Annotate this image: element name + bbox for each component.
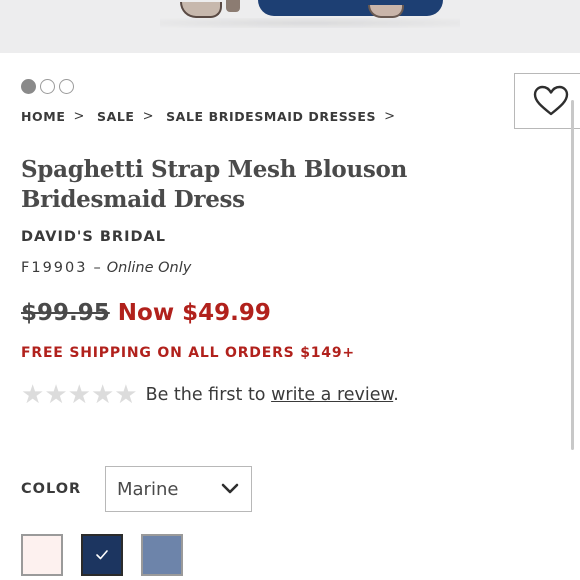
star-icon: ★ <box>90 380 115 410</box>
check-icon <box>96 550 108 560</box>
color-select-value: Marine <box>117 478 179 500</box>
swatch-blush[interactable] <box>21 534 63 576</box>
sale-price: Now $49.99 <box>117 300 271 326</box>
product-brand: DAVID'S BRIDAL <box>21 229 166 245</box>
review-prompt: Be the first to write a review. <box>146 385 399 405</box>
availability-label: Online Only <box>106 260 192 276</box>
dress-hem <box>258 0 443 16</box>
star-icon: ★ <box>114 380 138 410</box>
sku-separator: – <box>93 260 101 276</box>
swatch-marine[interactable] <box>81 534 123 576</box>
breadcrumb-separator: > <box>73 109 85 124</box>
shoe-right <box>368 5 404 18</box>
breadcrumb-separator: > <box>142 109 155 124</box>
chevron-down-icon <box>221 483 239 494</box>
review-row: ★ ★ ★ ★ ★ Be the first to write a review… <box>21 381 399 409</box>
original-price: $99.95 <box>21 300 110 326</box>
breadcrumb-home[interactable]: HOME <box>21 109 65 124</box>
shoe-heel <box>226 0 240 12</box>
product-image[interactable] <box>0 0 580 53</box>
star-icon: ★ <box>21 380 45 410</box>
product-sku: F19903 <box>21 260 88 276</box>
color-swatches <box>21 534 183 576</box>
review-suffix: . <box>393 385 399 405</box>
breadcrumb-separator: > <box>384 109 396 124</box>
breadcrumb: HOME > SALE > SALE BRIDESMAID DRESSES > <box>21 109 408 124</box>
heart-icon <box>533 85 568 116</box>
shoe-left <box>180 2 222 18</box>
product-title: Spaghetti Strap Mesh Blouson Bridesmaid … <box>21 156 407 213</box>
price-block: $99.95 Now $49.99 <box>21 300 271 326</box>
carousel-dot[interactable] <box>21 79 36 94</box>
write-review-link[interactable]: write a review <box>271 385 393 405</box>
shipping-notice: FREE SHIPPING ON ALL ORDERS $149+ <box>21 345 355 361</box>
star-icon: ★ <box>67 380 91 410</box>
breadcrumb-sale-bridesmaid-dresses[interactable]: SALE BRIDESMAID DRESSES <box>166 109 376 124</box>
carousel-dot[interactable] <box>59 79 74 94</box>
carousel-dot[interactable] <box>40 79 55 94</box>
carousel-indicators <box>21 79 74 94</box>
swatch-blue-steel[interactable] <box>141 534 183 576</box>
color-label: COLOR <box>21 481 82 497</box>
scrollbar[interactable] <box>571 100 574 450</box>
product-sku-line: F19903– Online Only <box>21 260 191 276</box>
star-rating[interactable]: ★ ★ ★ ★ ★ <box>21 381 138 409</box>
image-shadow <box>160 18 460 28</box>
star-icon: ★ <box>44 380 68 410</box>
review-prefix: Be the first to <box>145 385 266 405</box>
color-select[interactable]: Marine <box>105 466 252 512</box>
breadcrumb-sale[interactable]: SALE <box>97 109 135 124</box>
